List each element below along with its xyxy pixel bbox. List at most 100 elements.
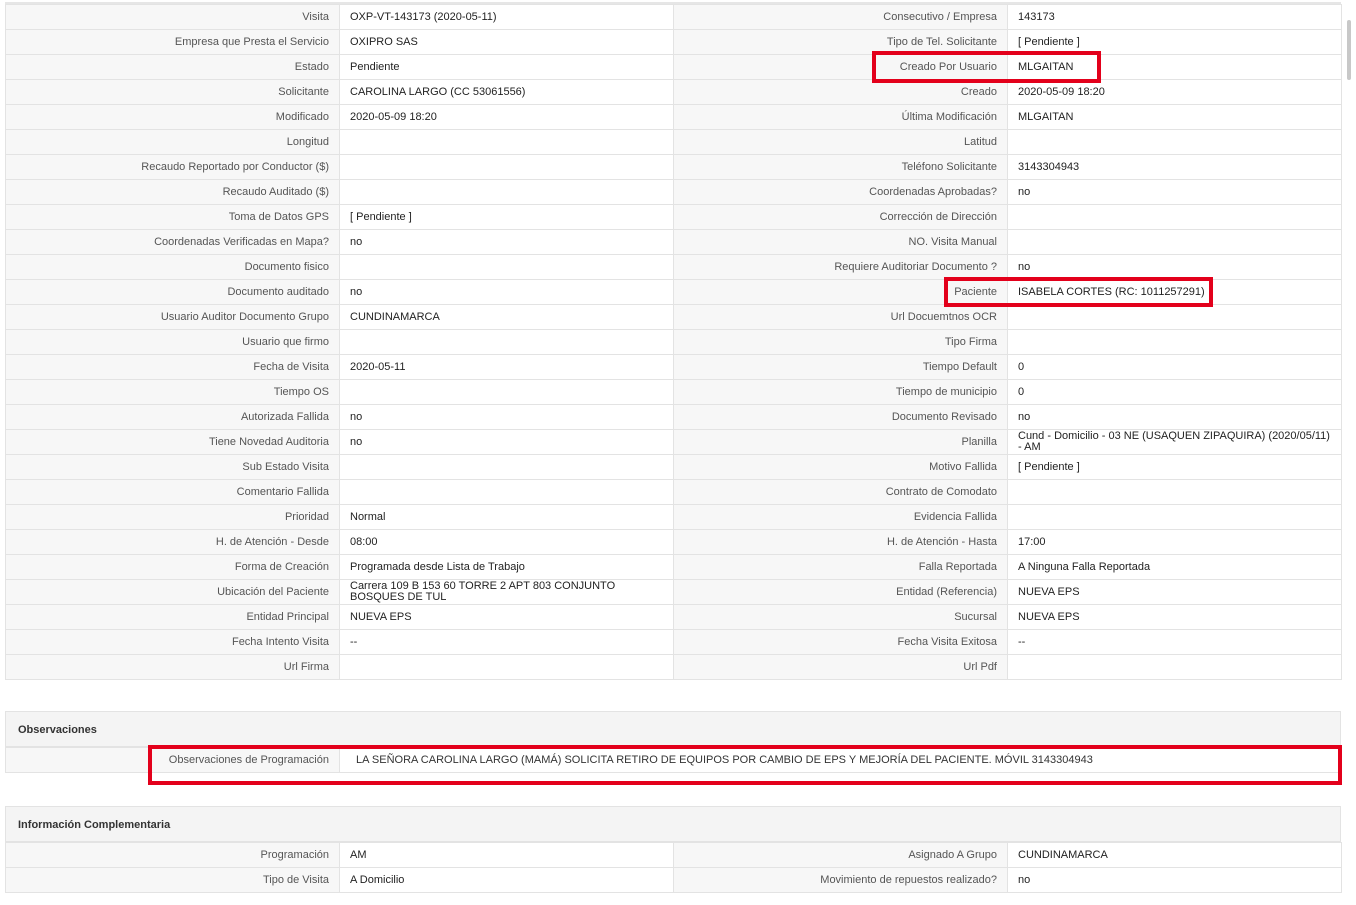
field-value: 143173	[1007, 4, 1342, 30]
field-value: no	[1007, 254, 1342, 280]
field-value: no	[339, 279, 674, 305]
field-label: Tiempo Default	[673, 354, 1008, 380]
field-label: Tiempo de municipio	[673, 379, 1008, 405]
observaciones-label: Observaciones de Programación	[5, 747, 340, 773]
field-label: Sub Estado Visita	[5, 454, 340, 480]
field-label: Prioridad	[5, 504, 340, 530]
table-row: Ubicación del Paciente Carrera 109 B 153 …	[5, 579, 1342, 605]
field-value	[339, 154, 674, 180]
field-label: Tipo de Tel. Solicitante	[673, 29, 1008, 55]
field-value: 0	[1007, 354, 1342, 380]
field-value: 17:00	[1007, 529, 1342, 555]
field-value	[339, 379, 674, 405]
field-value	[1007, 204, 1342, 230]
visit-details-table: Visita OXP-VT-143173 (2020-05-11) Consecut…	[5, 2, 1342, 680]
field-label: Programación	[5, 842, 340, 868]
vertical-scrollbar[interactable]	[1344, 0, 1356, 905]
table-row: Fecha Intento Visita -- Fecha Visita Exit…	[5, 629, 1342, 655]
field-value: no	[1007, 404, 1342, 430]
field-value: CUNDINAMARCA	[339, 304, 674, 330]
field-label: Tiempo OS	[5, 379, 340, 405]
field-value	[1007, 304, 1342, 330]
field-label: Coordenadas Verificadas en Mapa?	[5, 229, 340, 255]
scrollbar-thumb[interactable]	[1347, 20, 1351, 80]
table-row: Empresa que Presta el Servicio OXIPRO SAS…	[5, 29, 1342, 55]
field-label: Usuario Auditor Documento Grupo	[5, 304, 340, 330]
field-value: no	[1007, 867, 1342, 893]
field-label: Tiene Novedad Auditoria	[5, 429, 340, 455]
field-label: H. de Atención - Desde	[5, 529, 340, 555]
field-value	[339, 329, 674, 355]
field-label: Autorizada Fallida	[5, 404, 340, 430]
field-label: Longitud	[5, 129, 340, 155]
table-row: Toma de Datos GPS[ Pendiente ] Corrección…	[5, 204, 1342, 230]
field-value: Programada desde Lista de Trabajo	[339, 554, 674, 580]
table-row: Longitud Latitud	[5, 129, 1342, 155]
field-label: Url Firma	[5, 654, 340, 680]
field-value: NUEVA EPS	[1007, 579, 1342, 605]
field-value: --	[339, 629, 674, 655]
observaciones-value: LA SEÑORA CAROLINA LARGO (MAMÁ) SOLICITA…	[339, 747, 1342, 773]
field-value: NUEVA EPS	[339, 604, 674, 630]
field-label: Requiere Auditoriar Documento ?	[673, 254, 1008, 280]
field-value: A Domicilio	[339, 867, 674, 893]
field-label: Creado Por Usuario	[673, 54, 1008, 80]
table-row: Documento fisico Requiere Auditoriar Docu…	[5, 254, 1342, 280]
table-row: Autorizada Fallida no Documento Revisado …	[5, 404, 1342, 430]
field-value: CAROLINA LARGO (CC 53061556)	[339, 79, 674, 105]
observaciones-row: Observaciones de Programación LA SEÑORA …	[5, 747, 1342, 773]
field-label: Empresa que Presta el Servicio	[5, 29, 340, 55]
field-label: Documento Revisado	[673, 404, 1008, 430]
table-row: Modificado 2020-05-09 18:20 Última Modific…	[5, 104, 1342, 130]
field-label: H. de Atención - Hasta	[673, 529, 1008, 555]
field-label: Paciente	[673, 279, 1008, 305]
field-value	[339, 454, 674, 480]
field-label: Ubicación del Paciente	[5, 579, 340, 605]
field-label: Latitud	[673, 129, 1008, 155]
field-value	[1007, 654, 1342, 680]
field-label: Usuario que firmo	[5, 329, 340, 355]
field-value: Cund - Domicilio - 03 NE (USAQUEN ZIPAQU…	[1007, 429, 1342, 455]
field-value	[339, 254, 674, 280]
table-row: Tiene Novedad Auditoria no Planilla Cund -…	[5, 429, 1342, 455]
field-value: no	[339, 429, 674, 455]
field-label: Url Docuemtnos OCR	[673, 304, 1008, 330]
field-value: Normal	[339, 504, 674, 530]
field-label: Falla Reportada	[673, 554, 1008, 580]
complementaria-grid: Programación AM Asignado A Grupo CUNDINAMAR…	[5, 842, 1342, 893]
observaciones-section: Observaciones Observaciones de Programac…	[5, 711, 1342, 773]
field-label: Asignado A Grupo	[673, 842, 1008, 868]
observaciones-header: Observaciones	[5, 711, 1341, 747]
table-row: H. de Atención - Desde 08:00 H. de Atenció…	[5, 529, 1342, 555]
field-value: Carrera 109 B 153 60 TORRE 2 APT 803 CON…	[339, 579, 674, 605]
table-row: Tipo de Visita A Domicilio Movimiento de r…	[5, 867, 1342, 893]
table-row: Programación AM Asignado A Grupo CUNDINAMAR…	[5, 842, 1342, 868]
field-value	[1007, 504, 1342, 530]
field-value: MLGAITAN	[1007, 104, 1342, 130]
field-label: Comentario Fallida	[5, 479, 340, 505]
field-value: AM	[339, 842, 674, 868]
field-value: no	[1007, 179, 1342, 205]
table-row: Url Firma Url Pdf	[5, 654, 1342, 680]
field-label: NO. Visita Manual	[673, 229, 1008, 255]
field-value	[339, 654, 674, 680]
field-value: no	[339, 229, 674, 255]
field-label: Recaudo Auditado ($)	[5, 179, 340, 205]
field-value: [ Pendiente ]	[1007, 454, 1342, 480]
field-label: Fecha Intento Visita	[5, 629, 340, 655]
visit-details-grid: Visita OXP-VT-143173 (2020-05-11) Consecut…	[5, 4, 1342, 680]
field-value	[1007, 129, 1342, 155]
field-label: Url Pdf	[673, 654, 1008, 680]
table-row: Recaudo Reportado por Conductor ($) Teléf…	[5, 154, 1342, 180]
field-label: Modificado	[5, 104, 340, 130]
field-label: Planilla	[673, 429, 1008, 455]
field-value: 3143304943	[1007, 154, 1342, 180]
field-value: no	[339, 404, 674, 430]
field-value: MLGAITAN	[1007, 54, 1342, 80]
field-value: ISABELA CORTES (RC: 1011257291)	[1007, 279, 1342, 305]
field-label: Fecha de Visita	[5, 354, 340, 380]
table-row: Sub Estado Visita Motivo Fallida[ Pendien…	[5, 454, 1342, 480]
field-label: Teléfono Solicitante	[673, 154, 1008, 180]
field-label: Tipo Firma	[673, 329, 1008, 355]
field-value	[339, 129, 674, 155]
